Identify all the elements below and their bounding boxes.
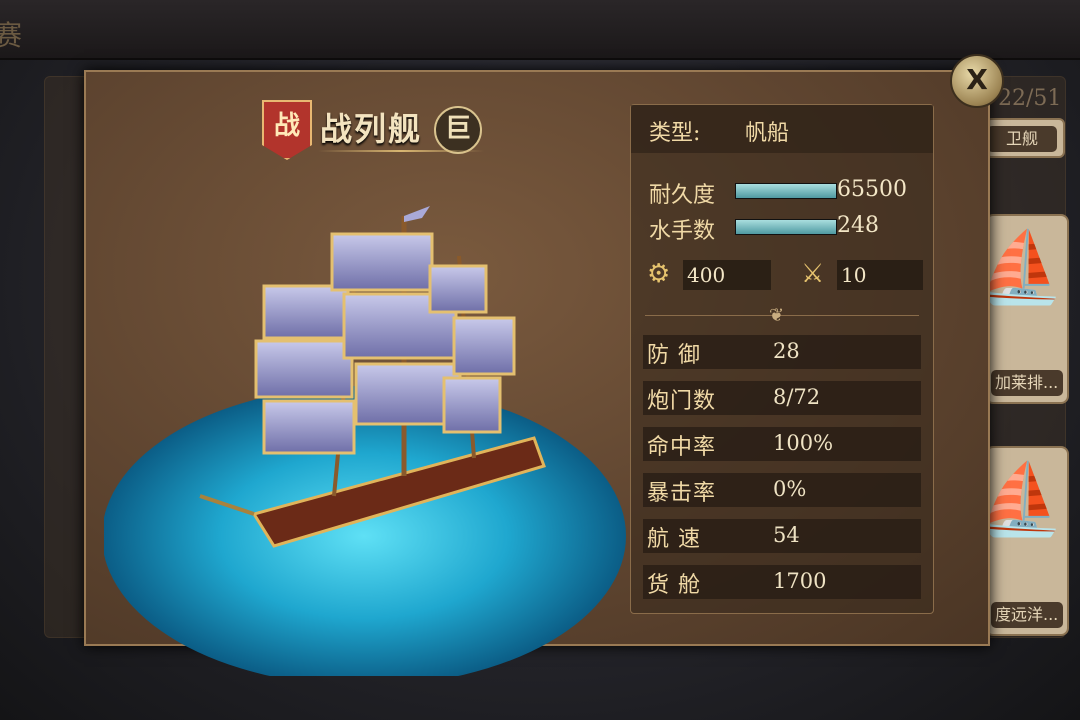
side-card-label: 卫舰: [987, 126, 1057, 152]
type-value: 帆船: [745, 121, 790, 146]
ship-thumbnail-icon: ⛵: [985, 458, 1065, 540]
cannon-icon: ⚙: [647, 259, 671, 289]
sail: [428, 264, 488, 314]
sail: [254, 339, 354, 399]
stat-row: 航 速 54: [643, 519, 921, 553]
type-label: 类型:: [649, 121, 701, 146]
stat-label: 航 速: [647, 527, 701, 552]
side-card-galley[interactable]: ⛵ 加莱排...: [985, 214, 1069, 404]
flag: [404, 206, 430, 222]
sail: [330, 232, 434, 292]
stat-value: 100%: [773, 431, 834, 455]
stat-value: 1700: [773, 569, 827, 593]
sailors-bar-fill: [736, 220, 836, 234]
crossed-swords-icon: ⚔: [801, 259, 825, 289]
title-underline: [318, 150, 484, 152]
sail: [452, 316, 516, 376]
stat-row: 防 御 28: [643, 335, 921, 369]
stat-row: 炮门数 8/72: [643, 381, 921, 415]
stat-value: 8/72: [773, 385, 821, 409]
stat-value: 54: [773, 523, 800, 547]
side-card-label: 度远洋...: [991, 602, 1063, 628]
top-bar: 赛: [0, 0, 1080, 60]
sail: [262, 399, 356, 455]
stat-value: 0%: [773, 477, 807, 501]
melee-value: 10: [837, 260, 923, 290]
stat-row: 暴击率 0%: [643, 473, 921, 507]
sail: [442, 376, 502, 434]
stat-label: 货 舱: [647, 573, 701, 598]
ship-name: 战列舰: [320, 110, 423, 148]
ship-thumbnail-icon: ⛵: [985, 226, 1065, 308]
stat-label: 炮门数: [647, 389, 717, 414]
ship-model: [104, 206, 626, 676]
sailors-value: 248: [837, 213, 879, 238]
stat-row: 命中率 100%: [643, 427, 921, 461]
stat-label: 防 御: [647, 343, 701, 368]
durability-value: 65500: [837, 177, 907, 202]
stat-value: 28: [773, 339, 800, 363]
close-button[interactable]: X: [950, 54, 1004, 108]
side-card-label: 加莱排...: [991, 370, 1063, 396]
stat-label: 命中率: [647, 435, 717, 460]
divider-ornament-icon: ❦: [769, 305, 785, 326]
size-badge: 巨: [434, 106, 482, 154]
stat-row: 货 舱 1700: [643, 565, 921, 599]
side-card-ocean[interactable]: ⛵ 度远洋...: [985, 446, 1069, 636]
cannon-value: 400: [683, 260, 771, 290]
stats-panel: 类型: 帆船 耐久度 65500 水手数 248 ⚙ 400 ⚔ 10 ❦ 防 …: [630, 104, 934, 614]
type-row: 类型: 帆船: [631, 105, 933, 153]
side-card-escort[interactable]: 卫舰: [985, 118, 1065, 158]
sail: [262, 284, 350, 340]
sea-base: [104, 386, 626, 676]
durability-bar-fill: [736, 184, 836, 198]
durability-bar: [735, 183, 837, 199]
top-bar-glyph: 赛: [0, 19, 23, 52]
fleet-count: 22/51: [998, 86, 1062, 111]
durability-label: 耐久度: [649, 183, 716, 208]
stat-label: 暴击率: [647, 481, 717, 506]
sailors-label: 水手数: [649, 219, 716, 244]
sailors-bar: [735, 219, 837, 235]
